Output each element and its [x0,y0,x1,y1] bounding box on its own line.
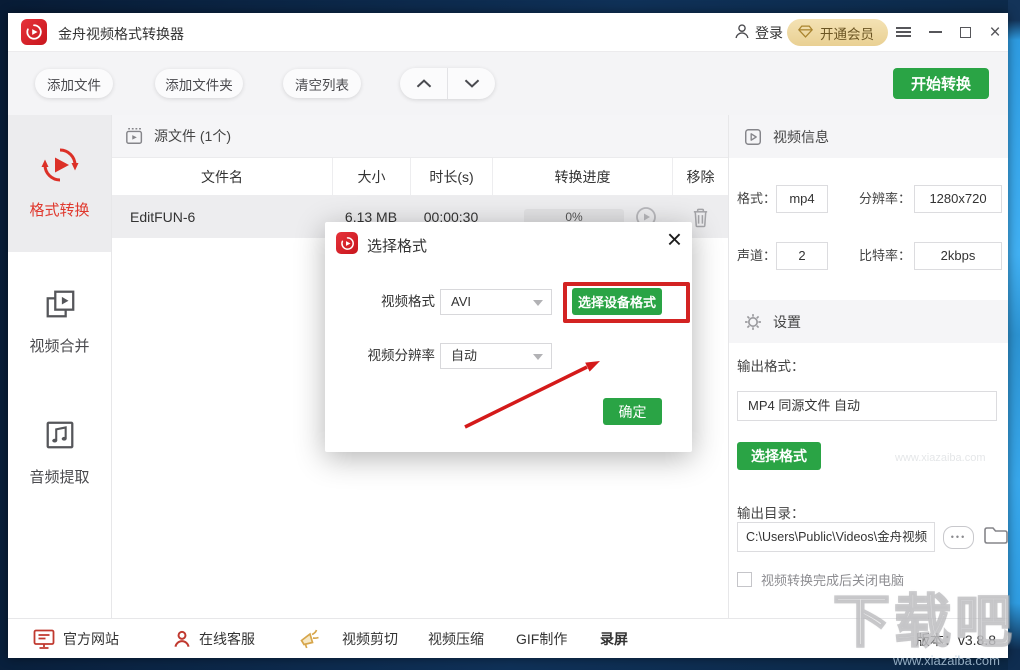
dialog-title: 选择格式 [367,235,427,256]
sidebar-item-format-convert[interactable]: 格式转换 [8,115,111,252]
sidebar-item-video-merge[interactable]: 视频合并 [8,287,111,356]
megaphone-icon [298,627,322,651]
resolution-label: 分辨率： [859,185,911,213]
reorder-control [400,68,495,99]
maximize-button[interactable] [954,21,976,43]
select-format-dialog: 选择格式 × 视频格式 AVI 选择设备格式 视频分辨率 自动 确定 [325,222,692,452]
output-format-label: 输出格式： [737,353,805,381]
move-down-button[interactable] [448,68,495,99]
promo-megaphone [298,619,322,659]
column-duration: 时长(s) [410,158,492,195]
clear-list-button[interactable]: 清空列表 [283,69,361,98]
trash-icon[interactable] [691,207,710,228]
video-format-label: 视频格式 [345,289,435,315]
menu-button[interactable] [892,21,914,43]
sidebar-item-audio-extract[interactable]: 音频提取 [8,418,111,487]
move-up-button[interactable] [400,68,448,99]
start-convert-button[interactable]: 开始转换 [893,68,989,99]
monitor-icon [32,627,56,651]
choose-format-button[interactable]: 选择格式 [737,442,821,470]
right-panel: 视频信息 格式： mp4 分辨率： 1280x720 声道： 2 比特率： 2k… [728,115,1008,618]
minimize-icon [929,31,942,33]
gif-maker-link[interactable]: GIF制作 [516,619,567,659]
source-files-header: 源文件 (1个) [112,115,728,158]
folder-icon [983,524,1009,546]
toolbar: 添加文件 添加文件夹 清空列表 开始转换 [8,52,1008,115]
maximize-icon [960,27,971,38]
gem-icon [797,24,814,42]
app-title: 金舟视频格式转换器 [58,24,184,44]
video-format-select[interactable]: AVI [440,289,552,315]
channel-label: 声道： [737,242,776,270]
sidebar: 格式转换 视频合并 音频提取 [8,115,112,618]
format-convert-icon [40,145,80,185]
column-progress: 转换进度 [492,158,672,195]
bitrate-label: 比特率： [859,242,911,270]
dialog-close-icon[interactable]: × [667,224,682,255]
settings-header: 设置 [729,300,1008,343]
audio-extract-icon [43,418,77,452]
add-folder-button[interactable]: 添加文件夹 [155,69,243,98]
chevron-down-icon [463,78,481,89]
shutdown-checkbox[interactable] [737,572,752,587]
app-window: 金舟视频格式转换器 登录 开通会员 × 添加文件 添加文件夹 清空列表 [8,13,1008,658]
video-cut-link[interactable]: 视频剪切 [342,619,398,659]
chevron-up-icon [415,78,433,89]
annotation-highlight-box [563,282,690,323]
column-filename: 文件名 [112,158,332,195]
watermark-side: www.xiazaiba.com [895,452,985,464]
user-icon [733,22,751,43]
format-label: 格式： [737,185,776,213]
vip-upgrade-button[interactable]: 开通会员 [787,19,888,46]
dialog-logo-icon [336,232,358,254]
source-files-count: 源文件 (1个) [154,126,231,146]
caret-down-icon [533,354,543,360]
video-info-header: 视频信息 [729,115,1008,158]
watermark-text: 下载吧 [833,576,1016,658]
caret-down-icon [533,300,543,306]
video-resolution-label: 视频分辨率 [345,343,435,369]
resolution-value: 1280x720 [914,185,1002,213]
desktop-edge [1008,0,1020,670]
confirm-button[interactable]: 确定 [603,398,662,425]
open-folder-button[interactable] [983,524,1009,549]
app-logo-icon [21,19,47,45]
watermark-url: www.xiazaiba.com [893,653,1000,668]
bitrate-value: 2kbps [914,242,1002,270]
table-header: 文件名 大小 时长(s) 转换进度 移除 [112,158,728,196]
film-icon [125,126,145,146]
screen-record-link[interactable]: 录屏 [600,619,628,659]
format-value: mp4 [776,185,828,213]
column-size: 大小 [332,158,410,195]
output-format-value: MP4 同源文件 自动 [737,391,997,421]
service-person-icon [172,629,192,649]
video-compress-link[interactable]: 视频压缩 [428,619,484,659]
video-info-icon [743,127,763,147]
login-button[interactable]: 登录 [733,22,783,43]
browse-dir-button[interactable]: ••• [943,526,974,549]
file-name: EditFUN-6 [112,196,332,238]
video-merge-icon [43,287,77,321]
gear-icon [743,312,763,332]
titlebar: 金舟视频格式转换器 登录 开通会员 × [8,13,1008,52]
output-dir-field[interactable]: C:\Users\Public\Videos\金舟视频 [737,522,935,552]
channel-value: 2 [776,242,828,270]
close-button[interactable]: × [984,21,1006,43]
official-site-link[interactable]: 官方网站 [32,619,119,659]
hamburger-icon [896,25,911,39]
column-remove: 移除 [672,158,728,195]
close-icon: × [989,23,1000,42]
video-resolution-select[interactable]: 自动 [440,343,552,369]
add-file-button[interactable]: 添加文件 [35,69,113,98]
online-service-link[interactable]: 在线客服 [172,619,255,659]
minimize-button[interactable] [924,21,946,43]
